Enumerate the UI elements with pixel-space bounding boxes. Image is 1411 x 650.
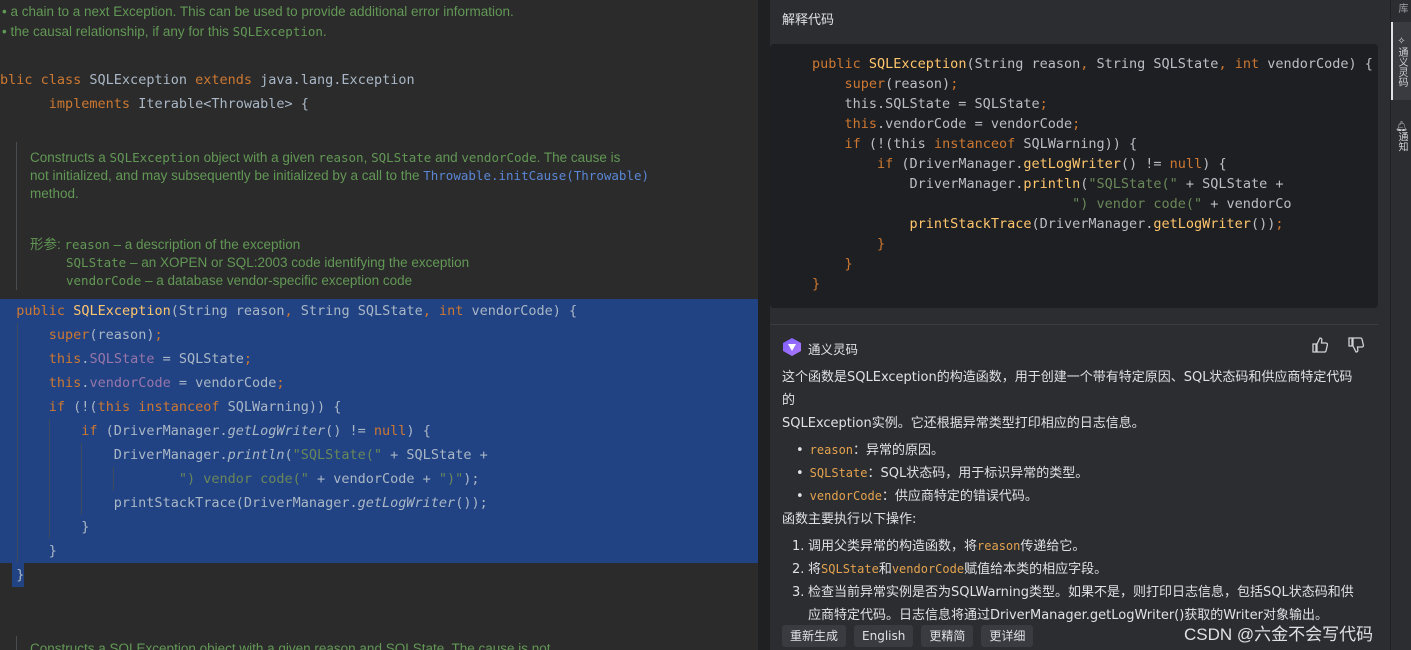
explained-code-line: ") vendor code(" + vendorCo [1072, 196, 1292, 212]
explained-code-block: public SQLException(String reason, Strin… [770, 44, 1378, 308]
explained-code-line: if (!(this instanceof SQLWarning)) { [844, 136, 1138, 152]
tab-tongyi[interactable]: ✧通义灵码 [1391, 22, 1411, 100]
javadoc-param-2: SQLState – an XOPEN or SQL:2003 code ide… [66, 255, 470, 270]
code-line-printstacktrace: printStackTrace(DriverManager.getLogWrit… [113, 495, 488, 511]
action-chips: 重新生成 English 更精简 更详细 [782, 625, 1034, 647]
code-line-close-inner: } [81, 519, 90, 535]
doc-line-bottom: Constructs a SQLException object with a … [30, 641, 551, 650]
thumbs-down-icon[interactable] [1346, 335, 1366, 355]
code-line-assign-vendor: this.vendorCode = vendorCode; [48, 375, 285, 391]
class-declaration: blic class SQLException extends java.lan… [0, 72, 415, 88]
list-item: 2. 将SQLState和vendorCode赋值给本类的相应字段。 [792, 562, 1108, 577]
javadoc-gutter-bar [16, 142, 17, 290]
javadoc-line-1: Constructs a SQLException object with a … [30, 150, 621, 165]
code-line-close-outer: } [48, 543, 57, 559]
panel-splitter[interactable] [758, 0, 770, 650]
javadoc-param-3: vendorCode – a database vendor-specific … [66, 273, 413, 288]
simpler-button[interactable]: 更精简 [921, 625, 974, 647]
list-item: 1. 调用父类异常的构造函数，将reason传递给它。 [792, 539, 1086, 554]
code-line-println-cont: ") vendor code(" + vendorCode + ")"); [178, 471, 480, 487]
class-implements: implements Iterable<Throwable> { [48, 96, 309, 112]
ops-title: 函数主要执行以下操作: [782, 512, 917, 527]
watermark: CSDN @六金不会写代码 [1184, 625, 1374, 644]
explained-code-line: printStackTrace(DriverManager.getLogWrit… [909, 216, 1284, 232]
list-item: SQLState：SQL状态码，用于标识异常的类型。 [796, 462, 1362, 485]
doc-line-top-1: • a chain to a next Exception. This can … [2, 4, 514, 19]
english-button[interactable]: English [854, 625, 914, 647]
explained-code-line: DriverManager.println("SQLState(" + SQLS… [909, 176, 1284, 192]
assistant-panel: 解释代码 public SQLException(String reason, … [770, 0, 1390, 650]
thumbs-up-icon[interactable] [1310, 335, 1330, 355]
code-line-if-logwriter: if (DriverManager.getLogWriter() != null… [81, 423, 431, 439]
ai-response-body: 这个函数是SQLException的构造函数，用于创建一个带有特定原因、SQL状… [782, 366, 1362, 627]
regenerate-button[interactable]: 重新生成 [782, 625, 847, 647]
bell-icon: 🔔︎ [1396, 118, 1407, 132]
explained-code-line: } [877, 236, 886, 252]
code-line-if-instanceof: if (!(this instanceof SQLWarning)) { [48, 399, 342, 415]
param-list: reason：异常的原因。 SQLState：SQL状态码，用于标识异常的类型。… [796, 439, 1362, 508]
ops-list: 1. 调用父类异常的构造函数，将reason传递给它。 2. 将SQLState和v… [792, 535, 1362, 627]
explained-code-line: if (DriverManager.getLogWriter() != null… [877, 156, 1227, 172]
tab-notifications[interactable]: 🔔︎通知 [1391, 110, 1411, 160]
explained-code-line: this.SQLState = SQLState; [844, 96, 1048, 112]
code-line-constructor: public SQLException(String reason, Strin… [16, 303, 578, 319]
tongyi-tab-icon: ✧ [1396, 35, 1407, 47]
explained-code-line: } [812, 276, 821, 292]
explained-code-line: this.vendorCode = vendorCode; [844, 116, 1081, 132]
code-line-super: super(reason); [48, 327, 163, 343]
explained-code-line: super(reason); [844, 76, 959, 92]
code-line-close-method: } [16, 567, 25, 583]
code-line-assign-sqlstate: this.SQLState = SQLState; [48, 351, 253, 367]
explained-code-line: public SQLException(String reason, Strin… [812, 56, 1373, 72]
ai-intro: 这个函数是SQLException的构造函数，用于创建一个带有特定原因、SQL状… [782, 370, 1353, 431]
javadoc-param-1: 形参: reason – a description of the except… [30, 237, 301, 252]
tab-library[interactable]: 库 [1391, 0, 1411, 16]
list-item: vendorCode：供应商特定的错误代码。 [796, 485, 1362, 508]
ai-assistant-name: 通义灵码 [808, 342, 859, 357]
javadoc-link-initcause[interactable]: Throwable.initCause(Throwable) [423, 168, 649, 183]
tool-window-strip: 库 ✧通义灵码 🔔︎通知 [1390, 0, 1411, 650]
more-detailed-button[interactable]: 更详细 [981, 625, 1034, 647]
javadoc-gutter-bar [16, 636, 17, 650]
doc-line-top-2: • the causal relationship, if any for th… [2, 24, 327, 39]
code-editor[interactable]: • a chain to a next Exception. This can … [0, 0, 758, 650]
tongyi-logo-icon [783, 338, 801, 356]
ai-response-card: 通义灵码 这个函数是SQLException的构造函数，用于创建一个带有特定原因… [770, 324, 1378, 623]
explain-code-title: 解释代码 [782, 13, 835, 28]
list-item: reason：异常的原因。 [796, 439, 1362, 462]
javadoc-line-2: not initialized, and may subsequently be… [30, 168, 650, 183]
code-line-println: DriverManager.println("SQLState(" + SQLS… [113, 447, 488, 463]
explained-code-line: } [844, 256, 853, 272]
javadoc-line-3: method. [30, 186, 79, 201]
